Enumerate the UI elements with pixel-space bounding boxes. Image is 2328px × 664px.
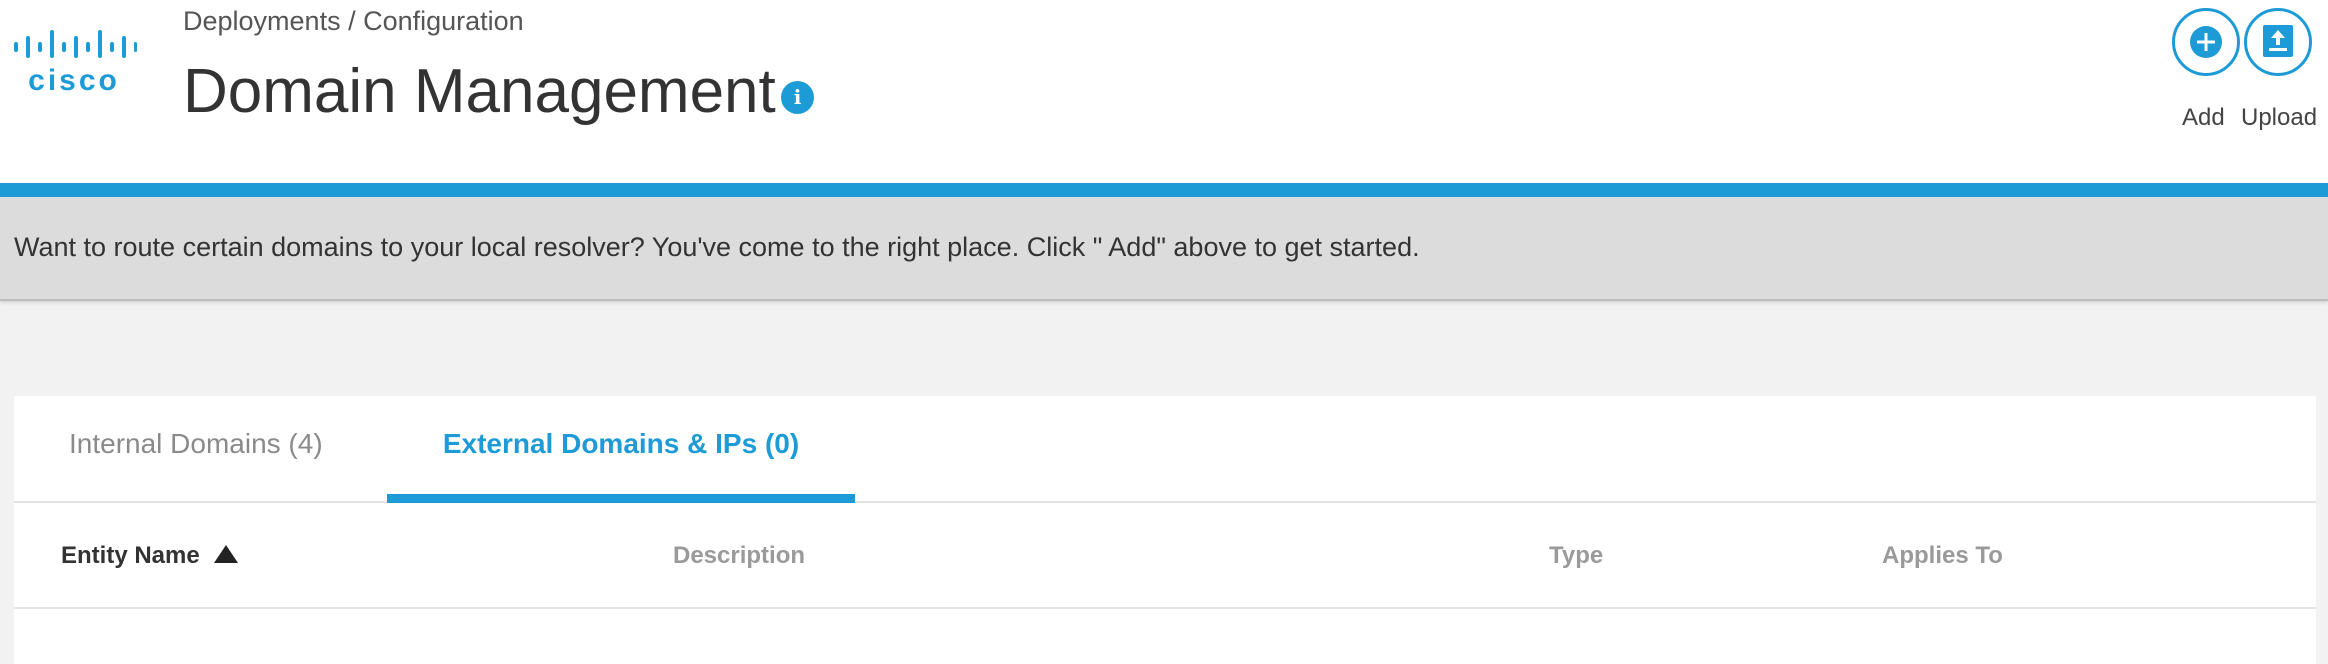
upload-button[interactable]: Upload: [2241, 8, 2317, 131]
tab-bar: Internal Domains (4) External Domains & …: [14, 396, 2316, 503]
upload-icon: [2263, 25, 2293, 57]
logo-wordmark: cisco: [28, 64, 120, 97]
plus-circle-icon: [2190, 26, 2222, 58]
add-circle[interactable]: [2172, 8, 2240, 76]
banner-text: Want to route certain domains to your lo…: [14, 232, 1420, 262]
accent-bar: [0, 183, 2328, 197]
column-type[interactable]: Type: [1549, 503, 1603, 609]
upload-circle[interactable]: [2244, 8, 2312, 76]
page-header: cisco Deployments / Configuration Domain…: [0, 0, 2328, 183]
page-title: Domain Management: [183, 57, 776, 126]
tab-external-domains[interactable]: External Domains & IPs (0): [387, 396, 855, 503]
add-button[interactable]: Add: [2172, 8, 2242, 131]
tab-internal-domains[interactable]: Internal Domains (4): [69, 396, 323, 503]
sort-ascending-icon[interactable]: [213, 544, 238, 563]
table-header: Entity Name Description Type Applies To: [14, 503, 2316, 609]
column-entity-name[interactable]: Entity Name: [61, 503, 238, 609]
info-banner: Want to route certain domains to your lo…: [0, 197, 2328, 301]
column-entity-name-label: Entity Name: [61, 542, 200, 569]
add-label: Add: [2182, 104, 2225, 131]
column-applies-to[interactable]: Applies To: [1882, 503, 2003, 609]
breadcrumb[interactable]: Deployments / Configuration: [183, 6, 524, 37]
domains-panel: Internal Domains (4) External Domains & …: [14, 396, 2316, 664]
column-description[interactable]: Description: [673, 503, 805, 609]
upload-label: Upload: [2241, 104, 2318, 131]
info-icon[interactable]: i: [781, 81, 814, 114]
cisco-logo[interactable]: cisco: [12, 28, 137, 98]
